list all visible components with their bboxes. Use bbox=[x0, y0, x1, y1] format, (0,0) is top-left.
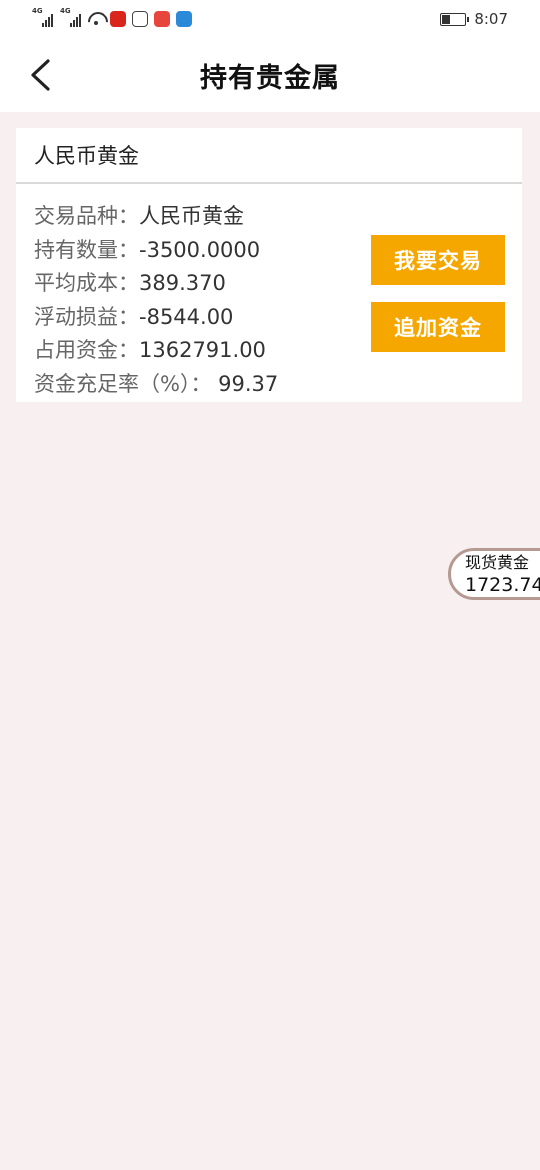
status-icons: 4G 4G bbox=[32, 7, 192, 27]
detail-value: -8544.00 bbox=[139, 304, 234, 329]
holding-card: 人民币黄金 交易品种：人民币黄金 持有数量：-3500.0000 平均成本：38… bbox=[16, 128, 522, 402]
detail-row-adequacy-ratio: 资金充足率（%）： 99.37 bbox=[34, 368, 522, 402]
screen: 4G 4G 8:07 持有贵金属 人民币黄金 交易品种：人民币黄金 持有数量：-… bbox=[0, 0, 540, 1170]
page-title: 持有贵金属 bbox=[200, 62, 340, 94]
wechat-icon bbox=[132, 11, 148, 27]
network-tag: 4G bbox=[32, 7, 43, 15]
status-bar: 4G 4G 8:07 bbox=[0, 0, 540, 38]
trade-button[interactable]: 我要交易 bbox=[371, 235, 505, 285]
detail-label: 浮动损益： bbox=[34, 304, 139, 329]
detail-row-product: 交易品种：人民币黄金 bbox=[34, 200, 522, 234]
spot-gold-price-bubble[interactable]: 现货黄金 1723.74 bbox=[448, 548, 540, 600]
wifi-icon bbox=[88, 12, 104, 26]
nav-header: 持有贵金属 bbox=[0, 38, 540, 112]
network-tag: 4G bbox=[60, 7, 71, 15]
battery-icon bbox=[440, 12, 470, 26]
app-red-icon bbox=[110, 11, 126, 27]
back-button[interactable] bbox=[22, 56, 58, 94]
signal-icon: 4G bbox=[60, 7, 82, 27]
holding-card-title: 人民币黄金 bbox=[16, 128, 522, 184]
signal-icon: 4G bbox=[32, 7, 54, 27]
mail-icon bbox=[154, 11, 170, 27]
app-blue-icon bbox=[176, 11, 192, 27]
detail-label: 平均成本： bbox=[34, 271, 139, 295]
detail-value: 人民币黄金 bbox=[139, 204, 244, 228]
detail-value: 389.370 bbox=[139, 271, 226, 295]
chevron-left-icon bbox=[31, 59, 50, 91]
add-funds-button[interactable]: 追加资金 bbox=[371, 302, 505, 352]
status-right: 8:07 bbox=[440, 10, 508, 28]
detail-label: 持有数量： bbox=[34, 237, 139, 262]
detail-label: 资金充足率（%）： bbox=[34, 371, 212, 396]
spot-gold-value: 1723.74 bbox=[465, 574, 540, 596]
detail-label: 占用资金： bbox=[34, 338, 139, 362]
detail-label: 交易品种： bbox=[34, 204, 139, 228]
detail-value: 99.37 bbox=[211, 371, 279, 396]
detail-value: -3500.0000 bbox=[139, 237, 261, 262]
status-time: 8:07 bbox=[474, 10, 508, 28]
detail-value: 1362791.00 bbox=[139, 338, 266, 362]
holding-details: 交易品种：人民币黄金 持有数量：-3500.0000 平均成本：389.370 … bbox=[16, 184, 522, 401]
spot-gold-label: 现货黄金 bbox=[465, 553, 530, 572]
